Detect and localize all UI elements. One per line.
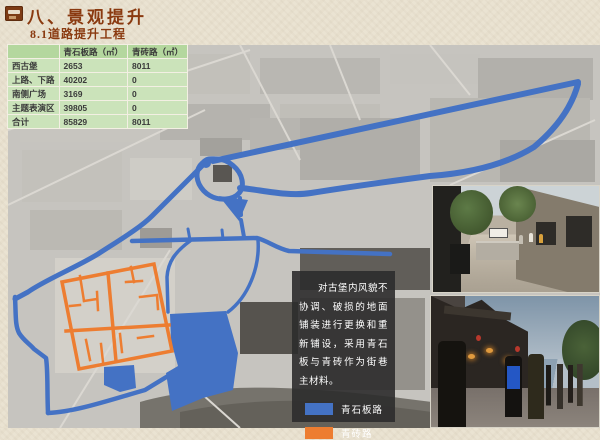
legend-label: 青砖路 (341, 426, 373, 440)
table-row: 西古堡26538011 (8, 59, 188, 73)
pedestrian (528, 354, 543, 420)
tree (499, 186, 536, 222)
table-row: 主题表演区398050 (8, 101, 188, 115)
red-lantern (515, 346, 520, 352)
table-cell: 上路、下路 (8, 73, 60, 87)
road-area-table: 青石板路（㎡）青砖路（㎡） 西古堡26538011上路、下路402020南侧广场… (7, 44, 188, 129)
table-row: 上路、下路402020 (8, 73, 188, 87)
table-cell: 主题表演区 (8, 101, 60, 115)
pedestrian-group (545, 364, 589, 409)
pedestrian (438, 341, 467, 427)
table-cell: 南侧广场 (8, 87, 60, 101)
lantern-light (468, 354, 475, 359)
table-cell: 3169 (59, 87, 128, 101)
shop-sign (489, 228, 508, 237)
table-header: 青石板路（㎡）青砖路（㎡） (8, 45, 188, 59)
legend-label: 青石板路 (341, 402, 383, 416)
table-cell: 85829 (59, 115, 128, 129)
table-cell: 合计 (8, 115, 60, 129)
legend-item: 青石板路 (299, 402, 388, 416)
legend-item: 青砖路 (299, 426, 388, 440)
table-header-row: 青石板路（㎡）青砖路（㎡） (8, 45, 188, 59)
pedestrian (519, 235, 523, 244)
table-cell: 39805 (59, 101, 128, 115)
table-header-cell: 青砖路（㎡） (128, 45, 188, 59)
table-cell: 0 (128, 87, 188, 101)
note-text: 对古堡内风貌不协调、破损的地面铺装进行更换和重新铺设，采用青石板与青砖作为街巷主… (299, 280, 388, 391)
table-header-cell (8, 45, 60, 59)
note-box: 对古堡内风貌不协调、破损的地面铺装进行更换和重新铺设，采用青石板与青砖作为街巷主… (292, 271, 395, 422)
table-cell: 8011 (128, 115, 188, 129)
table-row: 南侧广场31690 (8, 87, 188, 101)
legend-swatch (305, 403, 333, 415)
shelf (450, 244, 470, 274)
table-row: 合计858298011 (8, 115, 188, 129)
pedestrian (539, 234, 543, 243)
pedestrian-blue-shirt (505, 356, 522, 416)
slide-header: 八、景观提升 8.1道路提升工程 (0, 0, 600, 45)
scroll-seal-icon (5, 6, 23, 21)
table-cell: 2653 (59, 59, 128, 73)
pedestrian (529, 233, 533, 242)
map-legend: 青石板路青砖路 (299, 402, 388, 440)
page-subtitle: 8.1道路提升工程 (30, 25, 126, 42)
tree (450, 190, 493, 235)
window (566, 216, 593, 248)
table-cell: 西古堡 (8, 59, 60, 73)
table-cell: 0 (128, 101, 188, 115)
table-cell: 0 (128, 73, 188, 87)
table-cell: 40202 (59, 73, 128, 87)
stone-planter (476, 241, 519, 260)
table-header-cell: 青石板路（㎡） (59, 45, 128, 59)
table-cell: 8011 (128, 59, 188, 73)
photo-street-dusk (430, 295, 600, 428)
legend-swatch (305, 427, 333, 439)
table-body: 西古堡26538011上路、下路402020南侧广场31690主题表演区3980… (8, 59, 188, 129)
photo-street-day (432, 185, 600, 293)
